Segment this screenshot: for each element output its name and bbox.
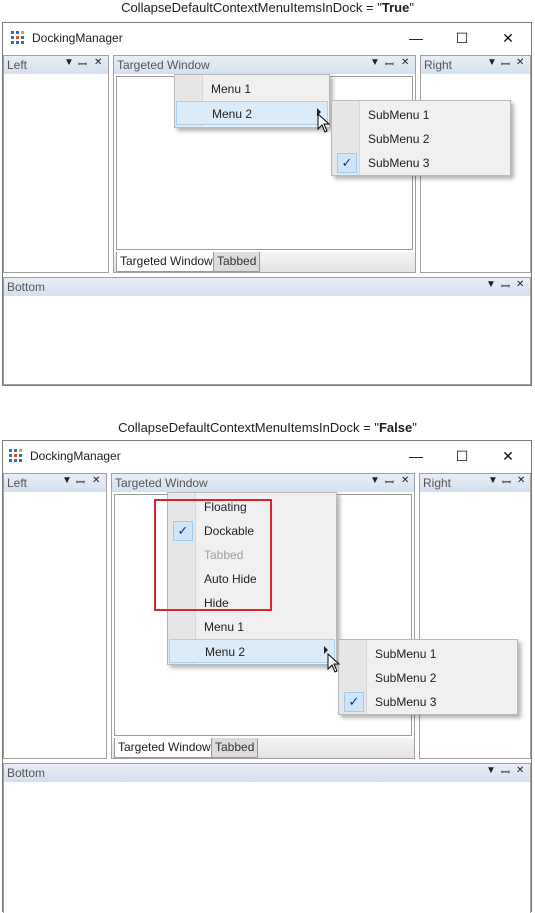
dropdown-icon[interactable]: ▼ bbox=[370, 475, 380, 486]
targeted-panel-header[interactable]: Targeted Window ▼ ꟷ ✕ bbox=[114, 56, 415, 74]
checkmark-icon: ✓ bbox=[344, 692, 364, 712]
right-panel-header[interactable]: Right ▼ ꟷ ✕ bbox=[421, 56, 530, 74]
bottom-panel-header[interactable]: Bottom ▼ ꟷ ✕ bbox=[4, 764, 530, 782]
panel-title: Bottom bbox=[7, 280, 46, 294]
submenu-item-2[interactable]: SubMenu 2 bbox=[340, 666, 516, 690]
panel-title: Targeted Window bbox=[117, 58, 210, 72]
mouse-cursor-icon bbox=[327, 653, 341, 673]
bottom-panel-header[interactable]: Bottom ▼ ꟷ ✕ bbox=[4, 278, 530, 296]
dropdown-icon[interactable]: ▼ bbox=[64, 57, 74, 68]
tab-targeted-window[interactable]: Targeted Window bbox=[116, 252, 217, 272]
dropdown-icon[interactable]: ▼ bbox=[486, 279, 496, 290]
pin-icon[interactable]: ꟷ bbox=[501, 279, 510, 294]
dropdown-icon[interactable]: ▼ bbox=[486, 765, 496, 776]
submenu: SubMenu 1 SubMenu 2 ✓ SubMenu 3 bbox=[331, 100, 511, 176]
close-icon[interactable]: ✕ bbox=[92, 475, 100, 486]
panel-title: Left bbox=[7, 58, 28, 72]
submenu-item-1[interactable]: SubMenu 1 bbox=[340, 642, 516, 666]
pin-icon[interactable]: ꟷ bbox=[501, 57, 510, 72]
bottom-panel: Bottom ▼ ꟷ ✕ bbox=[3, 277, 531, 385]
caption-bottom: CollapseDefaultContextMenuItemsInDock = … bbox=[118, 420, 417, 435]
dropdown-icon[interactable]: ▼ bbox=[62, 475, 72, 486]
docking-window-bottom: DockingManager — ☐ ✕ Left ▼ ꟷ ✕ Targeted… bbox=[2, 440, 532, 913]
left-panel: Left ▼ ꟷ ✕ bbox=[3, 473, 107, 759]
pin-icon[interactable]: ꟷ bbox=[385, 57, 394, 72]
context-menu: Menu 1 Menu 2 bbox=[174, 74, 330, 128]
close-icon[interactable]: ✕ bbox=[516, 765, 524, 776]
panel-title: Targeted Window bbox=[115, 476, 208, 490]
menu-item-menu-1[interactable]: Menu 1 bbox=[176, 77, 328, 101]
close-icon[interactable]: ✕ bbox=[401, 57, 409, 68]
dropdown-icon[interactable]: ▼ bbox=[488, 475, 498, 486]
pin-icon[interactable]: ꟷ bbox=[502, 475, 511, 490]
submenu: SubMenu 1 SubMenu 2 ✓ SubMenu 3 bbox=[338, 639, 518, 715]
close-icon[interactable]: ✕ bbox=[401, 475, 409, 486]
minimize-button[interactable]: — bbox=[393, 441, 439, 471]
dropdown-icon[interactable]: ▼ bbox=[370, 57, 380, 68]
close-icon[interactable]: ✕ bbox=[516, 279, 524, 290]
window-title: DockingManager bbox=[30, 449, 121, 463]
panel-title: Left bbox=[7, 476, 28, 490]
panel-title: Bottom bbox=[7, 766, 46, 780]
close-icon[interactable]: ✕ bbox=[94, 57, 102, 68]
caption-top: CollapseDefaultContextMenuItemsInDock = … bbox=[121, 0, 414, 15]
tab-targeted-window[interactable]: Targeted Window bbox=[114, 738, 215, 758]
right-panel: Right ▼ ꟷ ✕ bbox=[419, 473, 531, 759]
highlight-box-default-items bbox=[154, 499, 272, 611]
dropdown-icon[interactable]: ▼ bbox=[487, 57, 497, 68]
tab-bar: Targeted Window Tabbed bbox=[114, 252, 415, 272]
mouse-cursor-icon bbox=[317, 113, 331, 133]
right-panel-header[interactable]: Right ▼ ꟷ ✕ bbox=[420, 474, 530, 492]
titlebar: DockingManager — ☐ ✕ bbox=[3, 23, 531, 53]
tab-tabbed[interactable]: Tabbed bbox=[213, 252, 261, 272]
close-icon[interactable]: ✕ bbox=[516, 57, 524, 68]
panel-title: Right bbox=[424, 58, 453, 72]
maximize-button[interactable]: ☐ bbox=[439, 23, 485, 53]
left-panel-header[interactable]: Left ▼ ꟷ ✕ bbox=[4, 56, 108, 74]
grid-app-icon bbox=[11, 31, 25, 45]
pin-icon[interactable]: ꟷ bbox=[76, 475, 85, 490]
submenu-item-3[interactable]: ✓ SubMenu 3 bbox=[340, 690, 516, 714]
tab-tabbed[interactable]: Tabbed bbox=[211, 738, 259, 758]
grid-app-icon bbox=[9, 449, 23, 463]
titlebar: DockingManager — ☐ ✕ bbox=[3, 441, 531, 471]
close-button[interactable]: ✕ bbox=[485, 23, 531, 53]
tab-bar: Targeted Window Tabbed bbox=[112, 738, 414, 758]
submenu-item-3[interactable]: ✓ SubMenu 3 bbox=[333, 151, 509, 175]
targeted-panel-header[interactable]: Targeted Window ▼ ꟷ ✕ bbox=[112, 474, 414, 492]
menu-item-menu-1[interactable]: Menu 1 bbox=[169, 615, 335, 639]
panel-title: Right bbox=[423, 476, 452, 490]
docking-window-top: DockingManager — ☐ ✕ Left ▼ ꟷ ✕ Targeted… bbox=[2, 22, 532, 386]
menu-item-menu-2[interactable]: Menu 2 bbox=[169, 639, 335, 663]
minimize-button[interactable]: — bbox=[393, 23, 439, 53]
maximize-button[interactable]: ☐ bbox=[439, 441, 485, 471]
close-button[interactable]: ✕ bbox=[485, 441, 531, 471]
menu-item-menu-2[interactable]: Menu 2 bbox=[176, 101, 328, 125]
left-panel-header[interactable]: Left ▼ ꟷ ✕ bbox=[4, 474, 106, 492]
pin-icon[interactable]: ꟷ bbox=[501, 765, 510, 780]
bottom-panel: Bottom ▼ ꟷ ✕ bbox=[3, 763, 531, 913]
pin-icon[interactable]: ꟷ bbox=[385, 475, 394, 490]
checkmark-icon: ✓ bbox=[337, 153, 357, 173]
submenu-item-1[interactable]: SubMenu 1 bbox=[333, 103, 509, 127]
left-panel: Left ▼ ꟷ ✕ bbox=[3, 55, 109, 273]
close-icon[interactable]: ✕ bbox=[517, 475, 525, 486]
window-title: DockingManager bbox=[32, 31, 123, 45]
pin-icon[interactable]: ꟷ bbox=[78, 57, 87, 72]
submenu-item-2[interactable]: SubMenu 2 bbox=[333, 127, 509, 151]
